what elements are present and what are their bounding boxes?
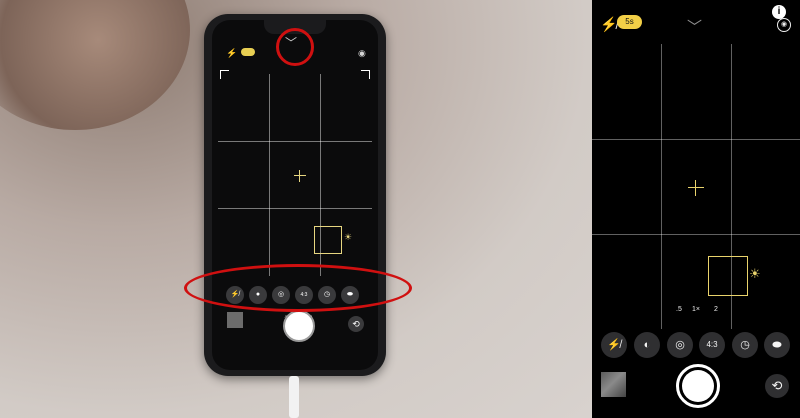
mini-switch-camera-icon: ⟲ [348, 316, 364, 332]
camera-app: ⚡̸ 5s ﹀ i ◉ ☀ .5 1× 2 ⚡̸ ◐ ◎ 4:3 ◷ ⬬ ⟲ [592, 0, 800, 418]
mini-grid-line [269, 74, 270, 276]
mini-focus-box [314, 226, 342, 254]
zoom-1x[interactable]: 1× [692, 306, 700, 313]
viewfinder[interactable]: ☀ .5 1× 2 [592, 44, 800, 329]
mini-flash-off-icon: ⚡ [226, 48, 238, 58]
switch-camera-icon[interactable]: ⟲ [765, 374, 789, 398]
annotation-oval [184, 264, 412, 312]
shutter-inner[interactable] [682, 370, 714, 402]
phone-screen: ⚡ ◉ ☀ .5 1x 2 ⚡̸ ● ◎ 4:3 [212, 20, 378, 370]
annotation-circle [276, 28, 314, 66]
mini-shutter [283, 310, 315, 342]
grid-line-v1 [661, 44, 662, 329]
zoom-0-5[interactable]: .5 [676, 306, 682, 313]
night-mode-pill[interactable]: 5s [617, 15, 642, 29]
zoom-2x[interactable]: 2 [714, 306, 718, 313]
mini-night-pill [241, 48, 255, 56]
charging-cable [289, 376, 299, 418]
photo-thumbnail[interactable] [601, 372, 626, 397]
mini-corner-tl [220, 70, 229, 79]
mini-corner-tr [361, 70, 370, 79]
focus-crosshair [688, 180, 704, 196]
camera-top-bar: ⚡̸ 5s ﹀ i ◉ [592, 0, 800, 42]
grid-line-h1 [592, 139, 800, 140]
exposure-sun-icon[interactable]: ☀ [749, 266, 761, 282]
flash-toggle-button[interactable]: ⚡̸ [601, 332, 627, 358]
live-toggle-button[interactable]: ◐ [634, 332, 660, 358]
mini-live-icon: ◉ [358, 48, 366, 58]
timer-button[interactable]: ◷ [732, 332, 758, 358]
mini-sun-icon: ☀ [344, 232, 353, 242]
filters-button[interactable]: ⬬ [764, 332, 790, 358]
shutter-button[interactable] [676, 364, 720, 408]
mini-thumbnail [227, 312, 243, 328]
camera-controls-row: ⚡̸ ◐ ◎ 4:3 ◷ ⬬ [592, 332, 800, 362]
tutorial-photo: ⚡ ◉ ☀ .5 1x 2 ⚡̸ ● ◎ 4:3 [0, 0, 592, 418]
info-icon[interactable]: i [772, 5, 786, 19]
phone-device: ⚡ ◉ ☀ .5 1x 2 ⚡̸ ● ◎ 4:3 [204, 14, 386, 376]
aspect-ratio-button[interactable]: 4:3 [699, 332, 725, 358]
flash-off-icon[interactable]: ⚡̸ [600, 16, 617, 33]
mini-crosshair [294, 170, 306, 182]
hand-shadow [0, 0, 190, 130]
live-photo-icon[interactable]: ◉ [777, 18, 791, 32]
mini-grid-line [218, 208, 372, 209]
mini-viewfinder: ☀ .5 1x 2 [218, 70, 372, 319]
focus-box [708, 256, 748, 296]
chevron-down-icon[interactable]: ﹀ [687, 16, 702, 37]
photographic-styles-button[interactable]: ◎ [667, 332, 693, 358]
grid-line-h2 [592, 234, 800, 235]
mini-grid-line [218, 141, 372, 142]
